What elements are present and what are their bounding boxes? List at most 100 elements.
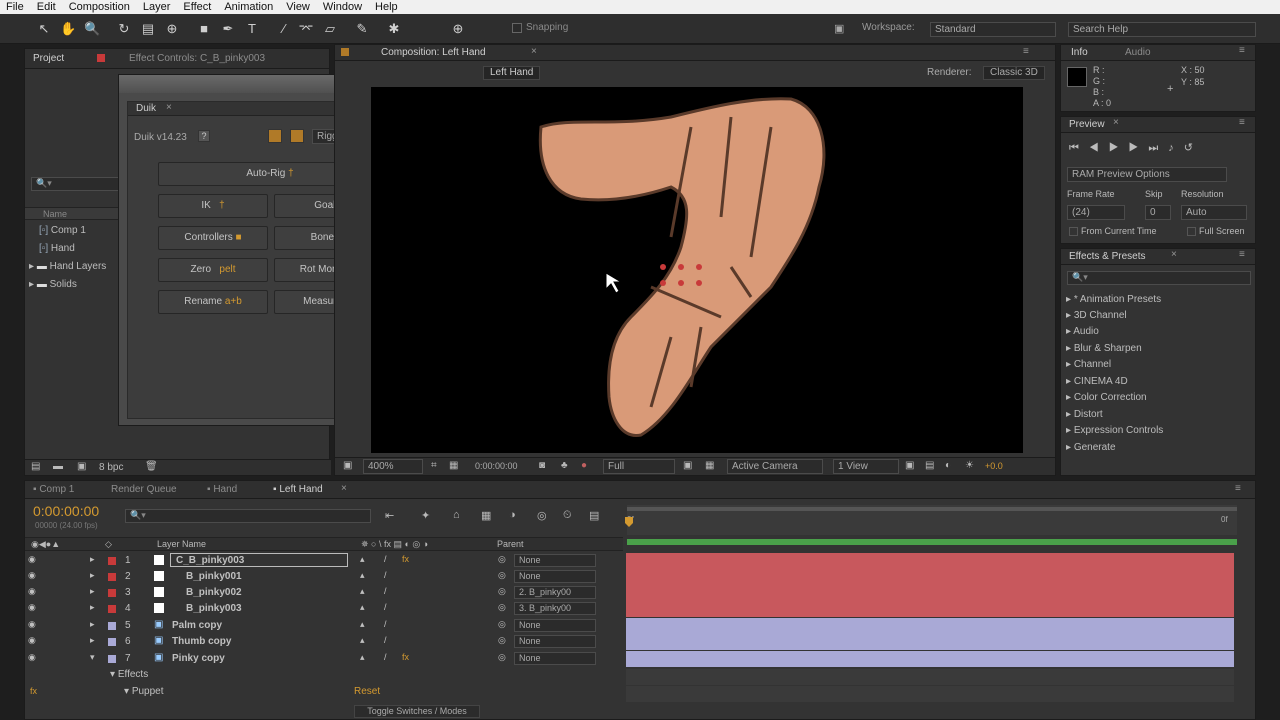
puppet-effect[interactable]: ▾ Puppet (124, 686, 164, 697)
pickwhip-icon[interactable]: ◎ (498, 602, 506, 613)
composition-mini-flowchart-icon[interactable]: ⇤ (385, 509, 394, 522)
project-item-comp1[interactable]: [▫] Comp 1 (39, 225, 86, 236)
last-frame-icon[interactable]: ⏭ (1148, 142, 1168, 154)
quality-switch-icon[interactable]: / (384, 619, 387, 629)
parent-select[interactable]: None (514, 554, 596, 567)
audio-icon[interactable]: ♪ (1168, 142, 1184, 154)
brainstorm-icon[interactable]: ◎ (537, 509, 547, 522)
parent-select[interactable]: 2. B_pinky00 (514, 586, 596, 599)
close-icon[interactable]: × (1113, 117, 1119, 128)
exposure-value[interactable]: +0.0 (985, 461, 1003, 471)
composition-viewer[interactable] (371, 87, 1023, 453)
parent-select[interactable]: None (514, 635, 596, 648)
loop-icon[interactable]: ↺ (1184, 142, 1203, 154)
controllers-button[interactable]: Controllers ■ (158, 226, 268, 250)
menu-effect[interactable]: Effect (177, 1, 218, 13)
shy-switch-icon[interactable]: ▴ (360, 554, 365, 565)
eraser-tool-icon[interactable]: ▱ (322, 21, 338, 37)
effect-category-audio[interactable]: ▸ Audio (1066, 326, 1099, 337)
snapping-checkbox[interactable] (512, 23, 522, 33)
pan-behind-tool-icon[interactable]: ⊕ (164, 21, 180, 37)
parent-select[interactable]: 3. B_pinky00 (514, 602, 596, 615)
effect-category-channel[interactable]: ▸ Channel (1066, 359, 1111, 370)
zoom-tool-icon[interactable]: 🔍 (84, 21, 100, 37)
tab-effect-controls[interactable]: Effect Controls: C_B_pinky003 (129, 53, 265, 64)
fx-switch-icon[interactable]: fx (402, 554, 409, 564)
shy-layers-icon[interactable]: ⌂ (453, 509, 460, 521)
expand-arrow-icon[interactable]: ▸ (90, 602, 95, 613)
layer-name[interactable]: B_pinky001 (186, 571, 242, 582)
workspace-select[interactable]: Standard (930, 22, 1056, 37)
breadcrumb[interactable]: Left Hand (483, 66, 541, 80)
parent-select[interactable]: None (514, 619, 596, 632)
expand-arrow-icon[interactable]: ▸ (90, 635, 95, 646)
tab-render-queue[interactable]: Render Queue (111, 484, 177, 495)
help-button[interactable]: ? (198, 130, 210, 142)
layer-bar-5[interactable] (626, 618, 1234, 634)
close-icon[interactable]: × (341, 483, 347, 494)
quality-switch-icon[interactable]: / (384, 586, 387, 596)
layer-name[interactable]: B_pinky002 (186, 587, 242, 598)
trash-icon[interactable]: 🗑 (145, 461, 158, 472)
shy-switch-icon[interactable]: ▴ (360, 635, 365, 646)
layer-row-7[interactable]: ◉ ▾ 7 ▣ Pinky copy ▴ / fx ◎ None (24, 651, 624, 667)
frame-blending-icon[interactable]: ▦ (481, 509, 491, 522)
bpc-label[interactable]: 8 bpc (99, 462, 123, 473)
pickwhip-icon[interactable]: ◎ (498, 652, 506, 663)
project-folder-solids[interactable]: ▸ ▬ Solids (29, 279, 77, 290)
renderer-select[interactable]: Classic 3D (983, 66, 1045, 80)
tab-left-hand[interactable]: ▪ Left Hand (273, 484, 323, 495)
pickwhip-icon[interactable]: ◎ (498, 619, 506, 630)
effect-category-3d-channel[interactable]: ▸ 3D Channel (1066, 310, 1127, 321)
close-icon[interactable]: × (1171, 249, 1177, 260)
panel-menu-icon[interactable]: ≡ (1239, 45, 1245, 56)
tab-comp1[interactable]: ▪ Comp 1 (33, 484, 74, 495)
expand-arrow-icon[interactable]: ▸ (90, 570, 95, 581)
resolution-select[interactable]: Auto (1181, 205, 1247, 220)
menu-edit[interactable]: Edit (31, 1, 63, 13)
visibility-eye-icon[interactable]: ◉ (28, 652, 36, 663)
menu-help[interactable]: Help (369, 1, 405, 13)
layer-name[interactable]: Thumb copy (172, 636, 231, 647)
first-frame-icon[interactable]: ⏮ (1069, 142, 1089, 154)
playhead-icon[interactable] (625, 517, 633, 527)
auto-keyframe-icon[interactable]: ⏲ (563, 509, 572, 522)
menu-layer[interactable]: Layer (137, 1, 178, 13)
quality-switch-icon[interactable]: / (384, 570, 387, 580)
layer-name[interactable]: Pinky copy (172, 653, 225, 664)
layer-row-1[interactable]: ◉ ▸ 1 C_B_pinky003 ▴ / fx ◎ None (24, 553, 624, 569)
effects-search-input[interactable]: 🔍▾ (1067, 271, 1251, 285)
expand-arrow-icon[interactable]: ▸ (90, 586, 95, 597)
resolution-select[interactable]: Full (603, 459, 675, 474)
selection-tool-icon[interactable]: ↖ (36, 21, 52, 37)
quality-switch-icon[interactable]: / (384, 554, 387, 564)
layer-row-3[interactable]: ◉ ▸ 3 B_pinky002 ▴ / ◎ 2. B_pinky00 (24, 585, 624, 601)
work-area-bar[interactable] (627, 507, 1237, 511)
hand-tool-icon[interactable]: ✋ (60, 21, 76, 37)
visibility-eye-icon[interactable]: ◉ (28, 554, 36, 565)
effect-category-animation-presets[interactable]: ▸ * Animation Presets (1066, 294, 1161, 305)
layer-bar-7[interactable] (626, 651, 1234, 667)
effect-category-distort[interactable]: ▸ Distort (1066, 409, 1103, 420)
show-snapshot-icon[interactable]: ♣ (561, 460, 568, 471)
shy-switch-icon[interactable]: ▴ (360, 570, 365, 581)
ik-button[interactable]: IK † (158, 194, 268, 218)
layer-bar-3[interactable] (626, 585, 1234, 601)
menu-animation[interactable]: Animation (218, 1, 280, 13)
quality-switch-icon[interactable]: / (384, 652, 387, 662)
puppet-pin-tool-icon[interactable]: ✱ (386, 21, 402, 37)
tab-audio[interactable]: Audio (1125, 47, 1151, 58)
layer-row-4[interactable]: ◉ ▸ 4 B_pinky003 ▴ / ◎ 3. B_pinky00 (24, 601, 624, 617)
rectangle-tool-icon[interactable]: ■ (196, 21, 212, 37)
time-ruler[interactable]: 0f 0f (625, 505, 1237, 535)
camera-select[interactable]: Active Camera (727, 459, 823, 474)
layer-name[interactable]: Palm copy (172, 620, 222, 631)
full-screen-checkbox[interactable] (1187, 227, 1196, 236)
collapse-arrow-icon[interactable]: ▾ (90, 652, 95, 663)
timeline-search-input[interactable]: 🔍▾ (125, 509, 371, 523)
layer-label-color[interactable] (108, 589, 116, 597)
layer-label-color[interactable] (108, 557, 116, 565)
tab-project[interactable]: Project (33, 53, 64, 64)
current-time-display[interactable]: 0:00:00:00 (33, 503, 99, 519)
menu-view[interactable]: View (280, 1, 317, 13)
